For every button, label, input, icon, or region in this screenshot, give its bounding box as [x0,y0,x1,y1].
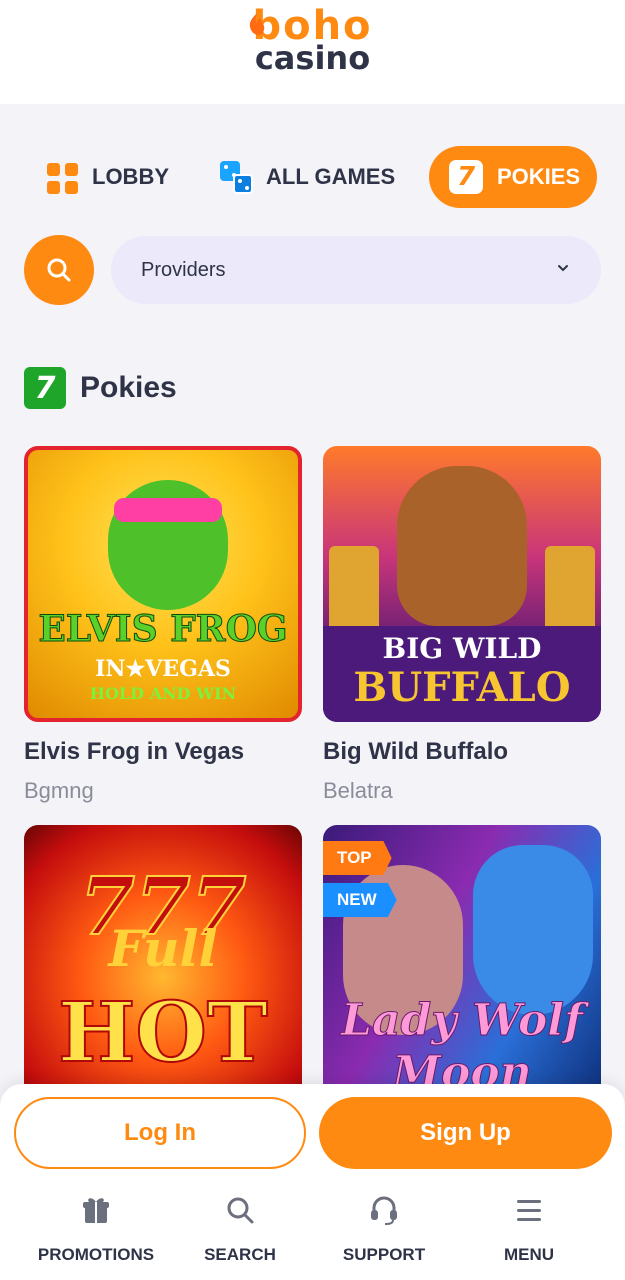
nav-promotions-label: PROMOTIONS [37,1245,155,1264]
app-header: boho casino [0,0,625,104]
nav-support-label: SUPPORT [342,1245,426,1264]
chevron-down-icon [558,265,568,272]
art-tagline: HOT [57,984,269,1082]
tab-all-games[interactable]: ALL GAMES [220,146,395,208]
game-thumbnail[interactable]: 777 Full HOT [24,825,302,1101]
game-card[interactable]: TOP NEW Lady Wolf Moon [323,825,601,1117]
game-provider: Bgmng [24,778,94,803]
nav-search-label: SEARCH [204,1245,276,1264]
search-icon [227,1197,254,1224]
game-thumbnail[interactable]: TOP NEW Lady Wolf Moon [323,825,601,1101]
nav-menu-label: MENU [503,1245,555,1264]
nav-support[interactable]: SUPPORT [319,1190,449,1265]
art-tagline: HOLD AND WIN [89,684,237,703]
nav-search[interactable]: SEARCH [175,1190,305,1265]
game-card[interactable]: BIG WILD BUFFALO Big Wild Buffalo Belatr… [323,446,601,804]
hamburger-icon [517,1200,541,1221]
gift-icon [83,1198,109,1223]
lobby-grid-icon [46,161,78,194]
providers-label: Providers [141,258,226,281]
pokies-seven-icon: 7 [24,367,66,409]
game-card[interactable]: 777 Full HOT [24,825,302,1117]
section-heading: 7 Pokies [24,367,177,409]
flame-icon [249,13,265,35]
art-title: BIG WILD [382,632,542,665]
search-button[interactable] [24,235,94,305]
tab-lobby[interactable]: LOBBY [46,146,169,208]
game-thumbnail[interactable]: BIG WILD BUFFALO [323,446,601,722]
game-provider: Belatra [323,778,393,803]
providers-dropdown[interactable]: Providers [111,236,601,304]
tab-pokies-label: POKIES [497,164,581,189]
category-tabs: LOBBY ALL GAMES 7 POKIES [0,146,625,208]
nav-promotions[interactable]: PROMOTIONS [31,1190,161,1265]
art-subtitle: Full [108,919,218,978]
bottom-nav: PROMOTIONS SEARCH SUPPORT MENU [0,1190,625,1280]
search-icon [47,258,71,282]
game-title[interactable]: Elvis Frog in Vegas [24,738,302,766]
nav-menu[interactable]: MENU [464,1190,594,1265]
logo[interactable]: boho casino [0,6,625,74]
logo-bottom-text: casino [254,39,371,77]
headset-icon [371,1196,397,1225]
dice-icon [220,161,253,194]
game-card[interactable]: ELVIS FROG IN★VEGAS HOLD AND WIN Elvis F… [24,446,302,804]
badge-new: NEW [323,883,397,917]
tab-lobby-label: LOBBY [92,164,169,189]
login-button[interactable]: Log In [14,1097,306,1169]
badge-top: TOP [323,841,392,875]
art-title: Lady Wolf [341,995,584,1047]
game-title[interactable]: Big Wild Buffalo [323,738,601,766]
tab-pokies[interactable]: 7 POKIES [429,146,597,208]
signup-button[interactable]: Sign Up [319,1097,612,1169]
art-subtitle: IN★VEGAS [95,656,231,682]
art-title: ELVIS FROG [38,608,288,651]
art-subtitle: BUFFALO [353,664,571,711]
tab-all-games-label: ALL GAMES [266,164,396,189]
game-thumbnail[interactable]: ELVIS FROG IN★VEGAS HOLD AND WIN [24,446,302,722]
section-title: Pokies [80,371,177,404]
seven-icon: 7 [449,160,483,194]
